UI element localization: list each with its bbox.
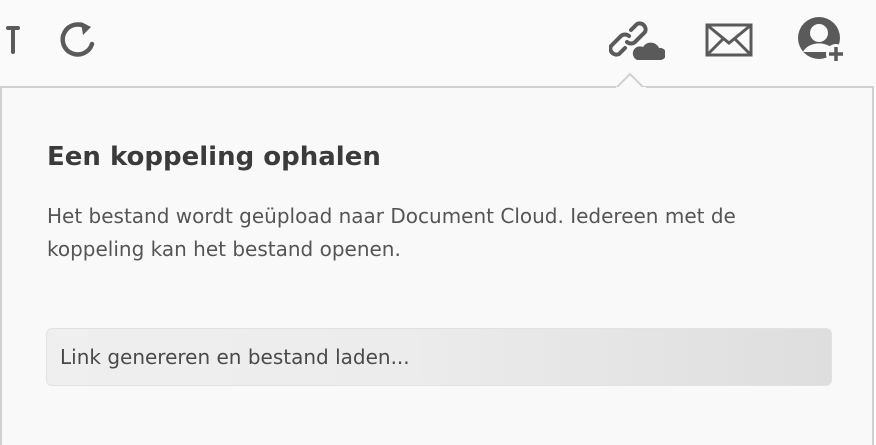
progress-label: Link genereren en bestand laden...: [60, 345, 410, 369]
email-icon[interactable]: [699, 10, 759, 70]
partial-tool-icon[interactable]: [0, 10, 30, 70]
generate-link-progress-button[interactable]: Link genereren en bestand laden...: [46, 328, 832, 386]
popover-title: Een koppeling ophalen: [47, 142, 381, 172]
popover-description: Het bestand wordt geüpload naar Document…: [47, 204, 736, 261]
get-link-popover: Een koppeling ophalen Het bestand wordt …: [0, 86, 874, 445]
share-link-cloud-icon[interactable]: [607, 10, 667, 70]
rotate-icon[interactable]: [48, 10, 108, 70]
add-user-icon[interactable]: [791, 10, 851, 70]
top-toolbar: [0, 0, 876, 88]
